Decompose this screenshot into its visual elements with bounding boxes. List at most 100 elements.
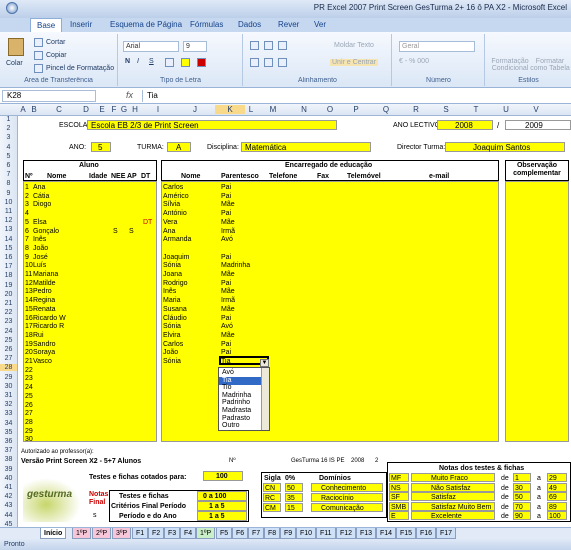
row-header[interactable]: 15 (0, 245, 17, 252)
row-header[interactable]: 25 (0, 337, 17, 344)
student-number[interactable]: 8 (25, 244, 29, 253)
student-nee[interactable]: S (113, 227, 118, 236)
row-header[interactable]: 11 (0, 208, 17, 215)
row-header[interactable]: 38 (0, 456, 17, 463)
row-header[interactable]: 3 (0, 134, 17, 141)
guardian-relation[interactable]: Irmã (221, 296, 235, 305)
column-header[interactable]: I (141, 105, 175, 114)
row-header[interactable]: 7 (0, 171, 17, 178)
dropdown-scrollbar[interactable] (261, 368, 269, 430)
student-number[interactable]: 2 (25, 192, 29, 201)
wrap-text-button[interactable]: Moldar Texto (334, 42, 374, 49)
align-top-icon[interactable] (250, 41, 259, 50)
student-number[interactable]: 26 (25, 401, 33, 410)
column-header[interactable]: P (341, 105, 371, 114)
align-middle-icon[interactable] (264, 41, 273, 50)
row-header[interactable]: 4 (0, 144, 17, 151)
row-header[interactable]: 8 (0, 180, 17, 187)
column-header[interactable]: D (77, 105, 95, 114)
sheet-tab[interactable]: F17 (436, 528, 457, 539)
student-name[interactable]: Renata (33, 305, 56, 314)
guardian-name[interactable]: António (163, 209, 187, 218)
row-header[interactable]: 13 (0, 226, 17, 233)
student-number[interactable]: 14 (25, 296, 33, 305)
guardian-name[interactable]: Joana (163, 270, 182, 279)
borders-icon[interactable] (165, 58, 174, 67)
column-header[interactable]: J (175, 105, 215, 114)
student-number[interactable]: 12 (25, 279, 33, 288)
guardian-name[interactable]: João (163, 348, 178, 357)
guardian-relation[interactable]: Mãe (221, 331, 235, 340)
student-number[interactable]: 22 (25, 366, 33, 375)
student-name[interactable]: Pedro (33, 287, 52, 296)
format-painter-button[interactable]: Pincel de Formatação (46, 65, 114, 72)
student-name[interactable]: Elsa (33, 218, 47, 227)
sheet-tab[interactable]: 2ºP (92, 528, 112, 539)
guardian-relation[interactable]: Pai (221, 253, 231, 262)
student-number[interactable]: 13 (25, 287, 33, 296)
sheet-tab[interactable]: F3 (164, 528, 181, 539)
student-number[interactable]: 18 (25, 331, 33, 340)
row-header[interactable]: 27 (0, 355, 17, 362)
student-number[interactable]: 5 (25, 218, 29, 227)
guardian-name[interactable]: Elvira (163, 331, 181, 340)
row-header[interactable]: 19 (0, 282, 17, 289)
paste-button[interactable]: Colar (6, 60, 23, 67)
row-header[interactable]: 12 (0, 217, 17, 224)
row-header[interactable]: 17 (0, 263, 17, 270)
row-header[interactable]: 21 (0, 300, 17, 307)
student-name[interactable]: Cátia (33, 192, 49, 201)
sheet-tab[interactable]: F7 (248, 528, 265, 539)
sheet-tab[interactable]: F8 (264, 528, 281, 539)
bold-button[interactable]: N (125, 58, 130, 65)
guardian-name[interactable]: Armanda (163, 235, 191, 244)
row-header[interactable]: 37 (0, 447, 17, 454)
column-header[interactable]: E (95, 105, 109, 114)
student-name[interactable]: Matilde (33, 279, 56, 288)
row-header[interactable]: 29 (0, 374, 17, 381)
font-name-select[interactable]: Arial (123, 41, 179, 52)
guardian-relation[interactable]: Mãe (221, 287, 235, 296)
row-header[interactable]: 36 (0, 438, 17, 445)
student-number[interactable]: 4 (25, 209, 29, 218)
tab-insert[interactable]: Inserir (70, 20, 92, 32)
column-header[interactable]: U (491, 105, 521, 114)
row-header[interactable]: 43 (0, 502, 17, 509)
number-format-select[interactable]: Geral (399, 41, 475, 52)
fx-icon[interactable]: fx (126, 90, 133, 100)
sheet-tab[interactable]: F15 (396, 528, 417, 539)
student-number[interactable]: 24 (25, 383, 33, 392)
row-header[interactable]: 22 (0, 309, 17, 316)
student-number[interactable]: 27 (25, 409, 33, 418)
student-number[interactable]: 23 (25, 374, 33, 383)
row-header[interactable]: 28 (0, 364, 17, 372)
student-number[interactable]: 30 (25, 435, 33, 444)
office-button[interactable] (6, 2, 18, 14)
student-name[interactable]: José (33, 253, 48, 262)
student-name[interactable]: Inês (33, 235, 46, 244)
sheet-tab[interactable]: F1 (132, 528, 149, 539)
guardian-relation[interactable]: Mãe (221, 218, 235, 227)
merge-center-button[interactable]: Unir e Centrar (330, 59, 378, 66)
sheet-tab[interactable]: F16 (416, 528, 437, 539)
sheet-tab[interactable]: F14 (376, 528, 397, 539)
font-color-icon[interactable] (197, 58, 206, 67)
guardian-relation[interactable]: Pai (221, 314, 231, 323)
student-name[interactable]: Ricardo W (33, 314, 66, 323)
sheet-tab[interactable]: F2 (148, 528, 165, 539)
student-name[interactable]: Regina (33, 296, 55, 305)
align-center-icon[interactable] (264, 58, 273, 67)
conditional-formatting-button[interactable]: Formatação Condicional (490, 58, 530, 72)
sheet-tab[interactable]: F9 (280, 528, 297, 539)
guardian-name[interactable]: Vera (163, 218, 177, 227)
sheet-tab[interactable]: F13 (356, 528, 377, 539)
student-number[interactable]: 6 (25, 227, 29, 236)
guardian-relation[interactable]: Mãe (221, 270, 235, 279)
sheet-grid[interactable]: ESCOLA: Escola EB 2/3 de Print Screen AN… (19, 116, 571, 530)
guardian-name[interactable]: Carlos (163, 340, 183, 349)
tab-review[interactable]: Rever (278, 20, 299, 32)
row-header[interactable]: 39 (0, 466, 17, 473)
column-header[interactable]: B (27, 105, 41, 114)
student-name[interactable]: Vasco (33, 357, 52, 366)
student-name[interactable]: João (33, 244, 48, 253)
